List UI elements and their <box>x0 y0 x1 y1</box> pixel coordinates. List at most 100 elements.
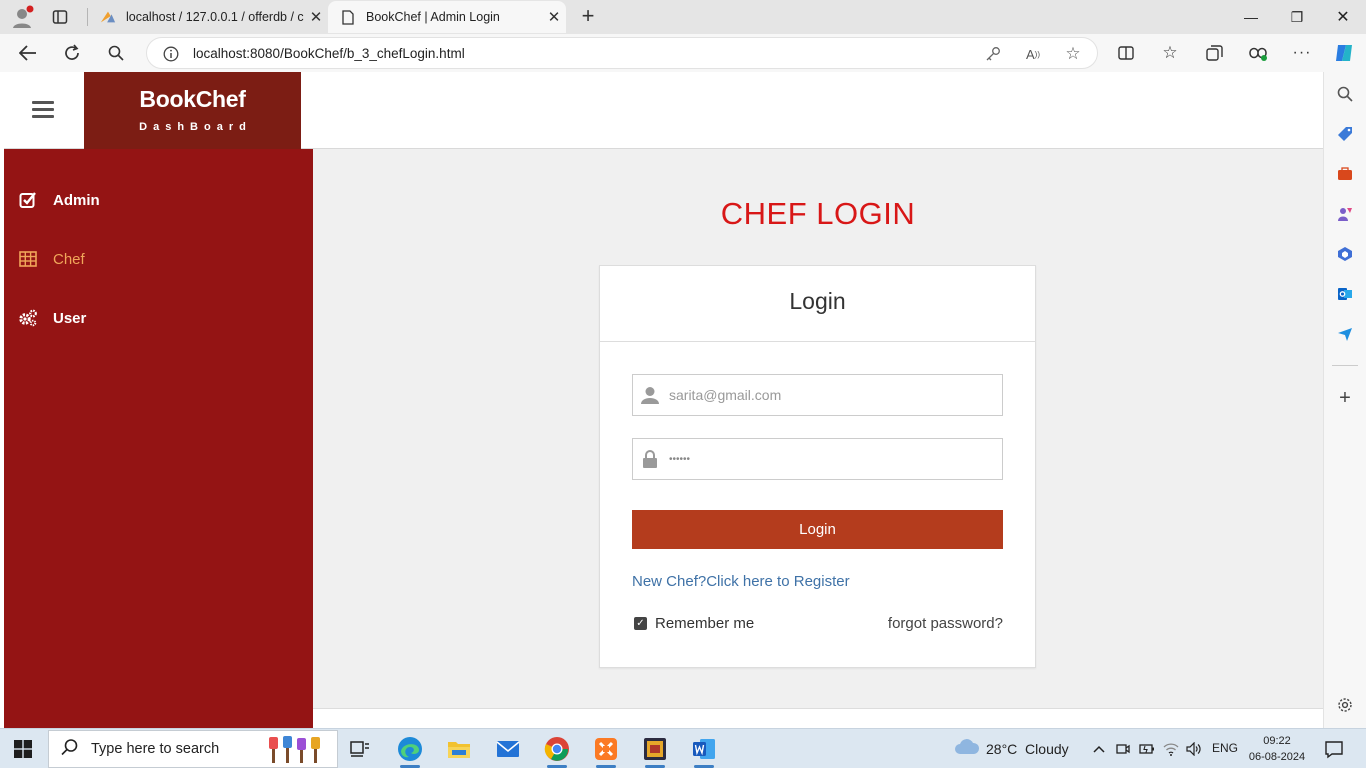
lock-icon <box>641 450 659 468</box>
meet-now-icon[interactable] <box>1114 740 1132 758</box>
close-window-icon[interactable]: ✕ <box>1320 0 1366 34</box>
outlook-icon[interactable] <box>1334 283 1356 305</box>
search-icon[interactable] <box>100 38 132 68</box>
tab-bookchef[interactable]: BookChef | Admin Login ✕ <box>328 1 566 33</box>
profile-avatar-icon[interactable] <box>10 5 34 29</box>
favorites-icon[interactable]: ☆ <box>1154 38 1186 68</box>
edge-sidebar-divider <box>1332 365 1358 366</box>
brand-subtitle: DashBoard <box>139 121 252 133</box>
shopping-tag-icon[interactable] <box>1334 123 1356 145</box>
email-input[interactable] <box>669 375 999 415</box>
split-screen-icon[interactable] <box>1110 38 1142 68</box>
new-tab-icon[interactable]: + <box>576 5 600 29</box>
forgot-password-link[interactable]: forgot password? <box>888 615 1003 632</box>
taskbar: Type here to search 28°C Cloudy ENG 09:2… <box>0 728 1366 768</box>
brand-block[interactable]: BookChef DashBoard <box>84 72 301 149</box>
remember-label: Remember me <box>655 615 755 632</box>
remember-me[interactable]: ✓ Remember me <box>632 615 754 632</box>
key-icon[interactable] <box>983 44 1003 64</box>
page-title: CHEF LOGIN <box>720 196 916 231</box>
windows-start-icon[interactable] <box>14 740 32 758</box>
back-icon[interactable] <box>12 38 44 68</box>
remember-checkbox[interactable]: ✓ <box>634 617 647 630</box>
login-card-title: Login <box>789 288 846 314</box>
add-icon[interactable]: + <box>1334 387 1356 409</box>
login-card: Login Login New Chef?Click here to Regis… <box>599 265 1036 668</box>
weather-widget[interactable]: 28°C Cloudy <box>954 739 1069 758</box>
games-icon[interactable] <box>1334 203 1356 225</box>
sidebar: Admin Chef User <box>4 149 313 728</box>
notification-icon[interactable] <box>1324 739 1344 759</box>
more-options-icon[interactable]: ··· <box>1286 38 1318 68</box>
browser-essentials-icon[interactable] <box>1242 38 1274 68</box>
send-icon[interactable] <box>1334 323 1356 345</box>
wifi-icon[interactable] <box>1162 740 1180 758</box>
password-field[interactable] <box>632 438 1003 480</box>
browser-tab-strip: localhost / 127.0.0.1 / offerdb / c ✕ Bo… <box>0 0 1366 34</box>
sidebar-item-label: Chef <box>53 250 85 268</box>
paint-brushes-icon <box>265 735 331 765</box>
info-icon[interactable] <box>161 44 181 64</box>
file-explorer-icon[interactable] <box>443 733 475 765</box>
tab-title: localhost / 127.0.0.1 / offerdb / c <box>126 10 304 24</box>
sidebar-item-user[interactable]: User <box>4 298 313 338</box>
language-indicator[interactable]: ENG <box>1212 741 1238 755</box>
gears-icon <box>18 308 38 328</box>
pma-icon <box>100 9 116 25</box>
sidebar-item-label: User <box>53 309 87 327</box>
copilot-icon[interactable] <box>1328 38 1360 68</box>
mail-icon[interactable] <box>492 733 524 765</box>
clock-time: 09:22 <box>1263 735 1291 747</box>
close-tab-icon[interactable]: ✕ <box>542 8 566 26</box>
weather-text: 28°C Cloudy <box>986 740 1069 757</box>
restore-icon[interactable]: ❐ <box>1274 0 1320 34</box>
search-placeholder: Type here to search <box>91 741 220 757</box>
search-icon <box>61 738 81 761</box>
login-button[interactable]: Login <box>632 510 1003 549</box>
tab-phpmyadmin[interactable]: localhost / 127.0.0.1 / offerdb / c ✕ <box>88 1 328 33</box>
divider <box>600 341 1035 342</box>
game-app-icon[interactable] <box>639 733 671 768</box>
sidebar-item-admin[interactable]: Admin <box>4 180 313 220</box>
battery-icon[interactable] <box>1138 740 1156 758</box>
xampp-icon[interactable] <box>590 733 622 768</box>
sidebar-item-chef[interactable]: Chef <box>4 239 313 279</box>
app-top-bar: BookChef DashBoard <box>4 72 1323 149</box>
hamburger-menu-icon[interactable] <box>32 101 54 119</box>
chrome-icon[interactable] <box>541 733 573 768</box>
volume-icon[interactable] <box>1185 740 1203 758</box>
url-text[interactable]: localhost:8080/BookChef/b_3_chefLogin.ht… <box>193 46 465 61</box>
email-field[interactable] <box>632 374 1003 416</box>
collections-icon[interactable] <box>1198 38 1230 68</box>
register-link[interactable]: New Chef?Click here to Register <box>632 573 850 590</box>
minimize-icon[interactable]: — <box>1228 0 1274 34</box>
address-bar-row: localhost:8080/BookChef/b_3_chefLogin.ht… <box>0 34 1366 72</box>
sidebar-item-label: Admin <box>53 191 100 209</box>
brand-name: BookChef <box>139 86 246 112</box>
cloud-icon <box>954 739 980 758</box>
read-aloud-icon[interactable]: A)) <box>1023 44 1043 64</box>
check-square-icon <box>18 190 38 210</box>
tab-title: BookChef | Admin Login <box>366 10 500 24</box>
word-icon[interactable] <box>688 733 720 768</box>
page-icon <box>340 9 356 25</box>
url-box[interactable]: localhost:8080/BookChef/b_3_chefLogin.ht… <box>146 37 1098 69</box>
clock[interactable]: 09:22 06-08-2024 <box>1244 733 1310 765</box>
close-tab-icon[interactable]: ✕ <box>304 8 328 26</box>
search-icon[interactable] <box>1334 83 1356 105</box>
settings-icon[interactable] <box>1334 694 1356 716</box>
toolbox-icon[interactable] <box>1334 163 1356 185</box>
table-icon <box>18 249 38 269</box>
taskbar-search[interactable]: Type here to search <box>48 730 338 768</box>
edge-app-icon[interactable] <box>394 733 426 768</box>
password-input[interactable] <box>669 439 999 479</box>
task-view-icon[interactable] <box>344 733 376 765</box>
microsoft365-icon[interactable] <box>1334 243 1356 265</box>
user-icon <box>641 386 659 404</box>
favorite-star-icon[interactable]: ☆ <box>1063 44 1083 64</box>
page-viewport: BookChef DashBoard Admin Chef User CHEF … <box>4 72 1323 728</box>
tab-actions-icon[interactable] <box>52 9 68 25</box>
clock-date: 06-08-2024 <box>1248 751 1306 763</box>
chevron-up-icon[interactable] <box>1090 740 1108 758</box>
refresh-icon[interactable] <box>56 38 88 68</box>
